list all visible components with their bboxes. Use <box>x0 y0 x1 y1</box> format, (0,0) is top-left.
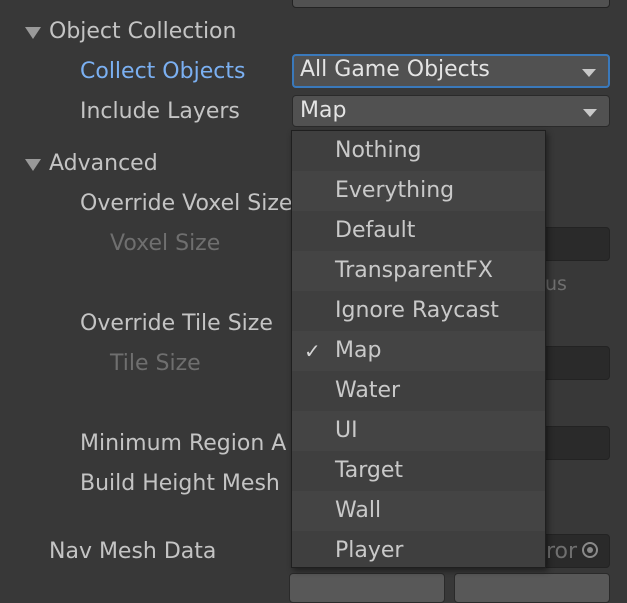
object-collection-header[interactable]: Object Collection <box>49 17 236 47</box>
layer-menu-item-label: Ignore Raycast <box>335 298 499 323</box>
layer-menu-item-label: Nothing <box>335 138 422 163</box>
object-collection-foldout-icon[interactable] <box>25 27 41 39</box>
layer-menu-item[interactable]: Default <box>292 211 545 251</box>
layer-menu-item[interactable]: Target <box>292 451 545 491</box>
layer-menu-item[interactable]: Nothing <box>292 131 545 171</box>
layer-menu-item-label: Map <box>335 338 382 363</box>
minimum-region-area-label: Minimum Region A <box>80 431 287 456</box>
include-layers-value: Map <box>300 98 347 123</box>
build-height-mesh-label: Build Height Mesh <box>80 471 280 496</box>
layer-menu-item-label: Target <box>335 458 404 483</box>
collect-objects-label: Collect Objects <box>80 59 246 84</box>
advanced-header[interactable]: Advanced <box>49 149 158 179</box>
bake-button[interactable] <box>454 573 610 603</box>
layer-menu-item-label: Default <box>335 218 416 243</box>
override-voxel-size-label: Override Voxel Size <box>80 191 293 216</box>
nav-mesh-data-value: ror <box>546 539 578 564</box>
nav-mesh-data-label: Nav Mesh Data <box>49 539 217 564</box>
include-layers-menu: Nothing Everything Default TransparentFX Ign… <box>291 130 546 568</box>
checkmark-icon: ✓ <box>304 339 321 363</box>
collect-objects-dropdown[interactable]: All Game Objects <box>292 54 610 88</box>
layer-menu-item-label: Everything <box>335 178 455 203</box>
include-layers-dropdown[interactable]: Map <box>292 95 610 127</box>
layer-menu-item-label: UI <box>335 418 358 443</box>
top-field-partial[interactable] <box>292 0 610 8</box>
layer-menu-item[interactable]: UI <box>292 411 545 451</box>
layer-menu-item-label: Water <box>335 378 401 403</box>
voxel-size-hint: us <box>545 273 567 295</box>
layer-menu-item-label: Wall <box>335 498 382 523</box>
layer-menu-item-label: Player <box>335 538 404 563</box>
layer-menu-item[interactable]: Water <box>292 371 545 411</box>
layer-menu-item-label: TransparentFX <box>335 258 493 283</box>
layer-menu-item[interactable]: Player <box>292 531 545 571</box>
layer-menu-item[interactable]: ✓ Map <box>292 331 545 371</box>
clear-button[interactable] <box>289 573 445 603</box>
chevron-down-icon <box>583 109 597 117</box>
override-tile-size-label: Override Tile Size <box>80 311 273 336</box>
layer-menu-item[interactable]: Ignore Raycast <box>292 291 545 331</box>
collect-objects-value: All Game Objects <box>300 57 490 82</box>
object-picker-icon[interactable] <box>582 542 598 558</box>
advanced-foldout-icon[interactable] <box>25 159 41 171</box>
voxel-size-label: Voxel Size <box>110 231 221 256</box>
include-layers-label: Include Layers <box>80 99 240 124</box>
tile-size-label: Tile Size <box>110 351 201 376</box>
chevron-down-icon <box>582 69 596 77</box>
layer-menu-item[interactable]: Wall <box>292 491 545 531</box>
layer-menu-item[interactable]: Everything <box>292 171 545 211</box>
layer-menu-item[interactable]: TransparentFX <box>292 251 545 291</box>
